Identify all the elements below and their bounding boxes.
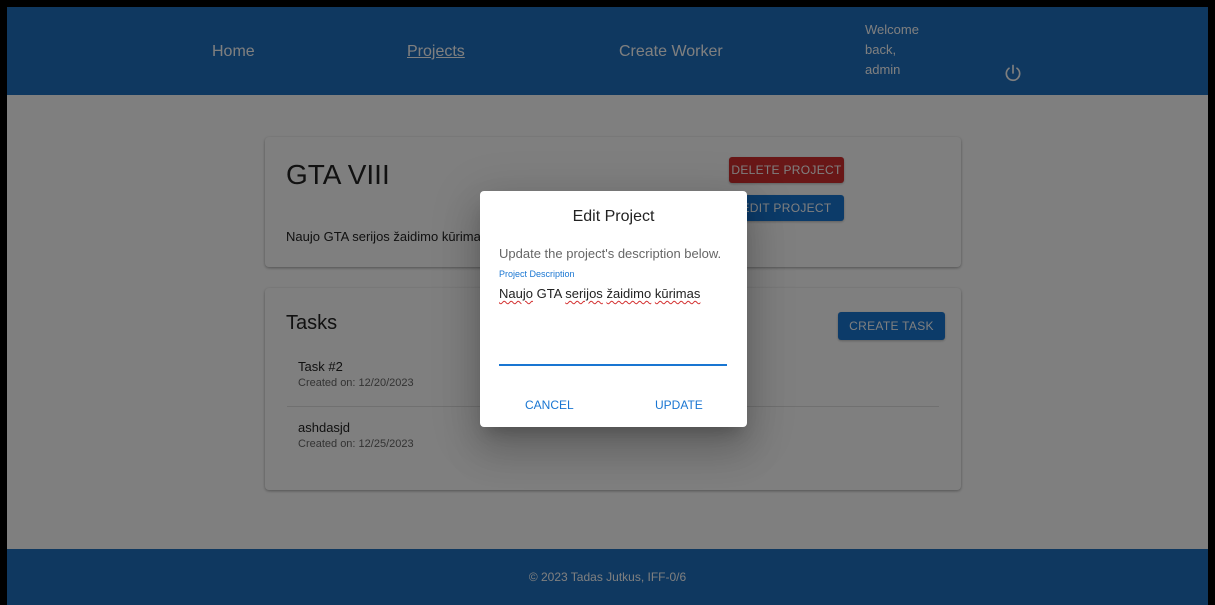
field-word: Naujo: [499, 286, 533, 301]
field-word: žaidimo: [606, 286, 652, 301]
field-word: serijos: [565, 286, 603, 301]
edit-project-dialog: Edit Project Update the project's descri…: [480, 191, 747, 427]
dialog-title: Edit Project: [572, 208, 655, 225]
project-description-textarea[interactable]: Naujo GTA serijos žaidimo kūrimas: [499, 281, 727, 366]
project-description-label: Project Description: [499, 269, 575, 279]
project-description-value: Naujo GTA serijos žaidimo kūrimas: [499, 286, 700, 301]
dialog-content-text: Update the project's description below.: [499, 246, 722, 261]
field-word: GTA: [532, 286, 566, 301]
update-button[interactable]: UPDATE: [655, 398, 703, 412]
field-word: kūrimas: [654, 286, 701, 301]
cancel-button[interactable]: CANCEL: [525, 398, 574, 412]
